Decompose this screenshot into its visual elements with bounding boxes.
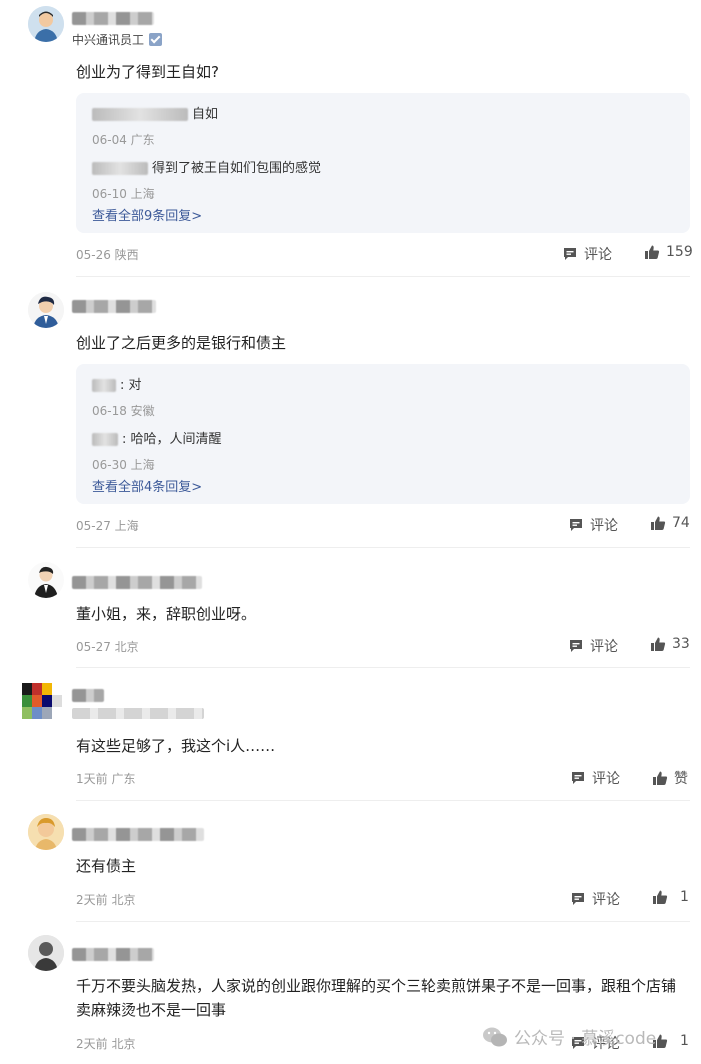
wechat-icon bbox=[483, 1027, 507, 1046]
comment-item: 千万不要头脑发热，人家说的创业跟你理解的买个三轮卖煎饼果子不是一回事，跟租个店铺… bbox=[0, 0, 701, 1064]
comment-text: 千万不要头脑发热，人家说的创业跟你理解的买个三轮卖煎饼果子不是一回事，跟租个店铺… bbox=[76, 977, 677, 1019]
watermark: 公众号 · 慕溪code bbox=[482, 1024, 656, 1049]
like-button[interactable]: 1 bbox=[652, 1033, 689, 1049]
avatar[interactable] bbox=[28, 935, 64, 971]
comment-meta: 2天前 北京 bbox=[76, 1037, 136, 1051]
user-avatar-icon bbox=[28, 935, 64, 971]
username-redacted[interactable] bbox=[72, 948, 154, 961]
